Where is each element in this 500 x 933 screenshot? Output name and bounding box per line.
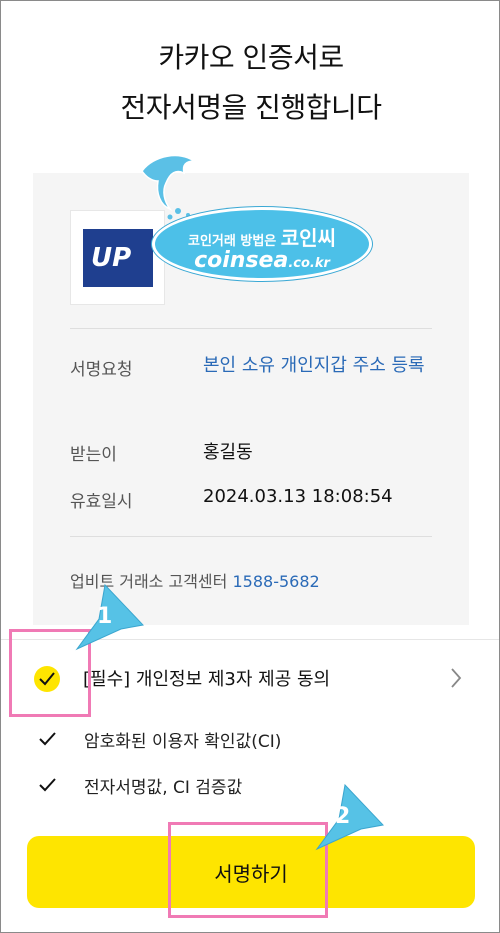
chevron-right-icon[interactable] bbox=[449, 667, 463, 689]
screen: 카카오 인증서로 전자서명을 진행합니다 UP 서명요청 본인 소유 개인지갑 … bbox=[0, 0, 500, 933]
watermark-brand: 코인씨 bbox=[280, 226, 336, 250]
callout-arrow-2: 2 bbox=[315, 783, 384, 851]
watermark-domain-name: coinsea bbox=[194, 248, 289, 273]
consent-item-ci: 암호화된 이용자 확인값(CI) bbox=[84, 732, 282, 752]
service-phone-link[interactable]: 1588-5682 bbox=[232, 572, 319, 591]
title-line-1: 카카오 인증서로 bbox=[158, 41, 344, 74]
consent-main-label[interactable]: [필수] 개인정보 제3자 제공 동의 bbox=[83, 665, 330, 691]
callout-number-1: 1 bbox=[97, 604, 112, 629]
watermark-tagline-text: 코인거래 방법은 bbox=[188, 234, 277, 249]
recipient-value: 홍길동 bbox=[203, 442, 253, 463]
watermark-tagline: 코인거래 방법은 코인씨 bbox=[155, 222, 369, 251]
watermark-badge: 코인거래 방법은 코인씨 coinsea.co.kr bbox=[152, 207, 372, 281]
consent-item-signature: 전자서명값, CI 검증값 bbox=[84, 778, 243, 798]
recipient-label: 받는이 bbox=[70, 445, 117, 465]
logo-text: UP bbox=[91, 243, 132, 273]
expiry-label: 유효일시 bbox=[70, 492, 133, 512]
card-divider-bottom bbox=[70, 536, 432, 537]
check-icon bbox=[39, 732, 56, 746]
highlight-box-sign bbox=[168, 822, 328, 918]
watermark-domain-suffix: .co.kr bbox=[288, 256, 330, 271]
watermark-domain: coinsea.co.kr bbox=[155, 248, 369, 273]
coinsea-watermark: 코인거래 방법은 코인씨 coinsea.co.kr bbox=[136, 151, 376, 291]
check-icon bbox=[39, 778, 56, 792]
callout-number-2: 2 bbox=[335, 804, 350, 829]
card-divider-top bbox=[70, 328, 432, 329]
expiry-value: 2024.03.13 18:08:54 bbox=[203, 486, 393, 507]
sign-request-label: 서명요청 bbox=[70, 360, 133, 380]
sign-request-value: 본인 소유 개인지갑 주소 등록 bbox=[203, 355, 425, 376]
page-title: 카카오 인증서로 전자서명을 진행합니다 bbox=[1, 33, 500, 133]
callout-arrow-1: 1 bbox=[75, 583, 144, 651]
title-line-2: 전자서명을 진행합니다 bbox=[120, 91, 382, 124]
